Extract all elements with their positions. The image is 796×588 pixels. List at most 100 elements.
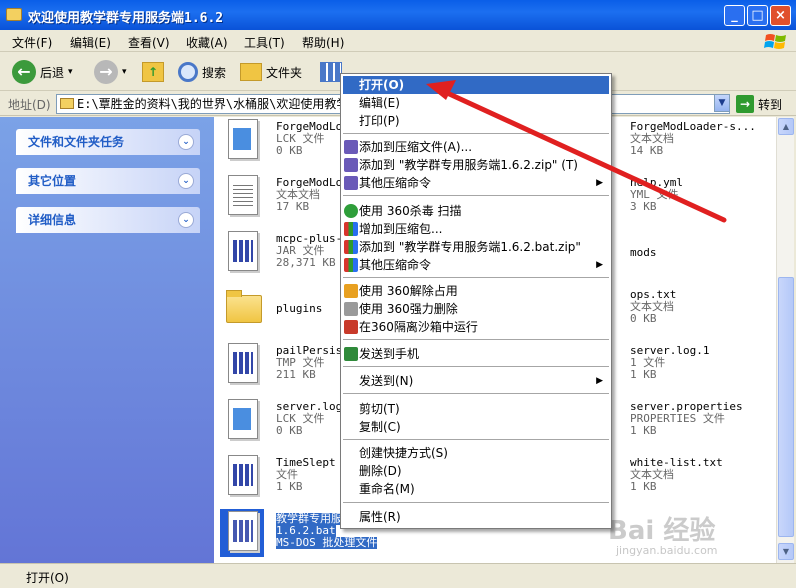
file-size: 0 KB xyxy=(276,424,303,437)
file-item[interactable]: ForgeModLoa LCK 文件 0 KB xyxy=(220,117,350,167)
file-item[interactable]: pailPersist TMP 文件 211 KB xyxy=(220,341,350,391)
file-icon xyxy=(220,453,264,501)
title-bar[interactable]: 欢迎使用教学群专用服务端1.6.2 _ □ × xyxy=(0,0,796,30)
back-arrow-icon: ← xyxy=(12,60,36,84)
menu-properties[interactable]: 属性(R) xyxy=(343,508,609,526)
shredder-icon xyxy=(344,302,358,316)
address-dropdown-icon[interactable]: ▼ xyxy=(714,94,730,112)
menu-separator xyxy=(343,195,609,196)
menu-delete[interactable]: 删除(D) xyxy=(343,462,609,480)
menu-label: 复制(C) xyxy=(359,420,401,434)
scroll-down-icon[interactable]: ▼ xyxy=(778,543,794,560)
file-item[interactable]: mcpc-plus-1 JAR 文件 28,371 KB xyxy=(220,229,350,279)
shield-icon xyxy=(344,204,358,218)
scroll-up-icon[interactable]: ▲ xyxy=(778,118,794,135)
menu-view[interactable]: 查看(V) xyxy=(128,34,170,51)
minimize-button[interactable]: _ xyxy=(724,5,745,26)
menu-create-shortcut[interactable]: 创建快捷方式(S) xyxy=(343,444,609,462)
scroll-thumb[interactable] xyxy=(778,277,794,537)
file-size: 0 KB xyxy=(630,312,657,325)
menu-label: 创建快捷方式(S) xyxy=(359,446,448,460)
menu-360-unlock[interactable]: 使用 360解除占用 xyxy=(343,282,609,300)
menu-360-delete[interactable]: 使用 360强力删除 xyxy=(343,300,609,318)
menu-add-bat-zip[interactable]: 添加到 "教学群专用服务端1.6.2.bat.zip" xyxy=(343,238,609,256)
chevron-down-icon[interactable]: ⌄ xyxy=(178,173,194,189)
menu-favorites[interactable]: 收藏(A) xyxy=(186,34,228,51)
file-size: 1 KB xyxy=(630,480,657,493)
menu-rename[interactable]: 重命名(M) xyxy=(343,480,609,498)
menu-edit-item[interactable]: 编辑(E) xyxy=(343,94,609,112)
menu-file[interactable]: 文件(F) xyxy=(12,34,52,51)
menu-other-compress[interactable]: 其他压缩命令 ▶ xyxy=(343,174,609,192)
menu-360-sandbox[interactable]: 在360隔离沙箱中运行 xyxy=(343,318,609,336)
panel-title: 详细信息 xyxy=(28,213,77,227)
menu-separator xyxy=(343,366,609,367)
go-button[interactable]: → 转到 xyxy=(736,95,782,113)
menu-label: 删除(D) xyxy=(359,464,402,478)
archive-icon xyxy=(344,258,358,272)
menu-label: 增加到压缩包... xyxy=(359,222,443,236)
menu-other-compress-2[interactable]: 其他压缩命令 ▶ xyxy=(343,256,609,274)
menu-label: 使用 360杀毒 扫描 xyxy=(359,204,462,218)
winrar-icon xyxy=(344,176,358,190)
winrar-icon xyxy=(344,140,358,154)
menu-label: 其他压缩命令 xyxy=(359,258,432,272)
chevron-down-icon[interactable]: ⌄ xyxy=(178,134,194,150)
vertical-scrollbar[interactable]: ▲ ▼ xyxy=(776,117,794,563)
file-size: 3 KB xyxy=(630,200,657,213)
submenu-arrow-icon: ▶ xyxy=(596,178,603,188)
menu-cut[interactable]: 剪切(T) xyxy=(343,400,609,418)
chevron-down-icon[interactable]: ⌄ xyxy=(178,212,194,228)
panel-details[interactable]: 详细信息 ⌄ xyxy=(16,207,200,233)
menu-label: 剪切(T) xyxy=(359,402,400,416)
menu-360-scan[interactable]: 使用 360杀毒 扫描 xyxy=(343,202,609,220)
watermark-logo: Bai 经验 xyxy=(608,516,716,546)
search-button[interactable]: 搜索 xyxy=(178,59,226,85)
menu-label: 添加到压缩文件(A)... xyxy=(359,140,473,154)
forward-dropdown-icon[interactable]: ▾ xyxy=(122,67,127,77)
menu-copy[interactable]: 复制(C) xyxy=(343,418,609,436)
forward-button[interactable]: → ▾ xyxy=(94,59,127,85)
menu-tools[interactable]: 工具(T) xyxy=(244,34,285,51)
file-icon xyxy=(220,229,264,277)
file-size: 1 KB xyxy=(276,480,303,493)
views-icon xyxy=(320,62,342,82)
menu-help[interactable]: 帮助(H) xyxy=(302,34,344,51)
file-size: 17 KB xyxy=(276,200,310,213)
back-dropdown-icon[interactable]: ▾ xyxy=(68,67,73,77)
folder-icon xyxy=(6,8,22,21)
menu-separator xyxy=(343,339,609,340)
menu-send-phone[interactable]: 发送到手机 xyxy=(343,345,609,363)
file-item[interactable]: ForgeModLoa 文本文档 17 KB xyxy=(220,173,350,223)
folders-button[interactable]: 文件夹 xyxy=(240,59,302,85)
panel-file-tasks[interactable]: 文件和文件夹任务 ⌄ xyxy=(16,129,200,155)
up-folder-button[interactable]: ↑ xyxy=(142,59,164,85)
views-button[interactable] xyxy=(320,59,342,85)
go-label: 转到 xyxy=(758,97,783,112)
menu-add-package[interactable]: 增加到压缩包... xyxy=(343,220,609,238)
menu-label: 打印(P) xyxy=(359,114,400,128)
menu-open[interactable]: 打开(O) xyxy=(343,76,609,94)
file-item[interactable]: plugins xyxy=(220,285,350,335)
menu-add-archive[interactable]: 添加到压缩文件(A)... xyxy=(343,138,609,156)
file-item[interactable]: TimeSlept 文件 1 KB xyxy=(220,453,350,503)
menu-label: 在360隔离沙箱中运行 xyxy=(359,320,478,334)
menu-label: 其他压缩命令 xyxy=(359,176,432,190)
selected-file-item[interactable]: 教学群专用服 1.6.2.bat MS-DOS 批处理文件 xyxy=(220,509,378,559)
menu-edit[interactable]: 编辑(E) xyxy=(70,34,111,51)
menu-print[interactable]: 打印(P) xyxy=(343,112,609,130)
menu-label: 添加到 "教学群专用服务端1.6.2.bat.zip" xyxy=(359,240,581,254)
file-item[interactable]: server.log. LCK 文件 0 KB xyxy=(220,397,350,447)
menu-add-zip[interactable]: 添加到 "教学群专用服务端1.6.2.zip" (T) xyxy=(343,156,609,174)
address-value: E:\覃胜金的资料\我的世界\水桶服\欢迎使用教学 xyxy=(77,97,349,111)
back-button[interactable]: ← 后退 ▾ xyxy=(12,59,73,85)
menu-label: 编辑(E) xyxy=(359,96,400,110)
close-button[interactable]: × xyxy=(770,5,791,26)
submenu-arrow-icon: ▶ xyxy=(596,260,603,270)
menu-send-to[interactable]: 发送到(N) ▶ xyxy=(343,372,609,390)
menu-label: 添加到 "教学群专用服务端1.6.2.zip" (T) xyxy=(359,158,578,172)
menu-label: 发送到手机 xyxy=(359,347,420,361)
panel-other-places[interactable]: 其它位置 ⌄ xyxy=(16,168,200,194)
search-icon xyxy=(178,62,198,82)
maximize-button[interactable]: □ xyxy=(747,5,768,26)
